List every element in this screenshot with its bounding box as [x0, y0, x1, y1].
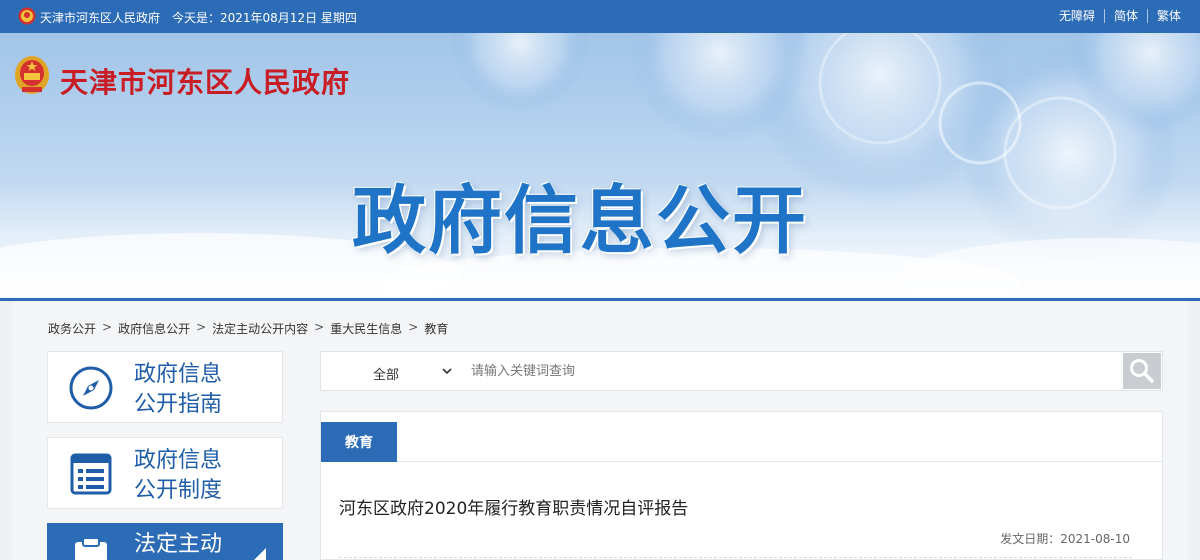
article-list-panel: 教育 河东区政府2020年履行教育职责情况自评报告 发文日期：2021-08-1… [320, 411, 1163, 560]
national-emblem-icon [15, 56, 49, 94]
document-list-icon [70, 453, 112, 495]
breadcrumb-link[interactable]: 政务公开 [48, 320, 96, 337]
breadcrumb: 政务公开 > 政府信息公开 > 法定主动公开内容 > 重大民生信息 > 教育 [48, 320, 448, 337]
breadcrumb-separator: > [408, 320, 419, 334]
accessibility-link[interactable]: 无障碍 [1050, 7, 1104, 24]
sidebar-item-label: 公开指南 [134, 392, 223, 417]
page-title: 政府信息公开 [352, 178, 808, 264]
government-name: 天津市河东区人民政府 [60, 66, 351, 99]
divider [339, 557, 1132, 558]
chevron-down-icon[interactable] [441, 364, 453, 378]
sidebar-item-system[interactable]: 政府信息 公开制度 [47, 437, 283, 509]
sidebar-item-label: 公开制度 [134, 478, 223, 503]
search-icon [1130, 359, 1154, 383]
search-button[interactable] [1123, 353, 1161, 389]
breadcrumb-link[interactable]: 法定主动公开内容 [212, 320, 308, 337]
sidebar-item-label: 政府信息 [134, 362, 223, 387]
breadcrumb-separator: > [196, 320, 207, 334]
article-link[interactable]: 河东区政府2020年履行教育职责情况自评报告 [339, 494, 688, 519]
breadcrumb-separator: > [314, 320, 325, 334]
sidebar-item-label: 政府信息 [134, 448, 223, 473]
divider [321, 461, 1162, 462]
compass-icon [69, 366, 113, 410]
top-links: 无障碍 简体 繁体 [1050, 7, 1190, 24]
search-bar: 全部 [320, 351, 1163, 391]
traditional-chinese-link[interactable]: 繁体 [1148, 7, 1190, 24]
tab-education[interactable]: 教育 [321, 422, 397, 462]
sidebar-item-label: 法定主动 [134, 532, 223, 557]
breadcrumb-current: 教育 [424, 322, 449, 336]
search-input[interactable] [471, 352, 1121, 390]
corner-arrow-icon [254, 548, 266, 560]
publish-date: 发文日期：2021-08-10 [1000, 532, 1130, 546]
breadcrumb-link[interactable]: 重大民生信息 [330, 320, 402, 337]
top-site-name: 天津市河东区人民政府 [40, 11, 161, 25]
search-scope-select[interactable]: 全部 [373, 364, 399, 383]
clipboard-icon [75, 537, 107, 560]
sidebar-item-guide[interactable]: 政府信息 公开指南 [47, 351, 283, 423]
national-emblem-icon [18, 7, 36, 25]
header-banner: 天津市河东区人民政府 政府信息公开 [0, 33, 1200, 298]
simplified-chinese-link[interactable]: 简体 [1105, 7, 1147, 24]
breadcrumb-link[interactable]: 政府信息公开 [118, 320, 190, 337]
top-bar: 天津市河东区人民政府 今天是：2021年08月12日 星期四 无障碍 简体 繁体 [0, 0, 1200, 33]
breadcrumb-separator: > [102, 320, 113, 334]
today-date: 今天是：2021年08月12日 星期四 [172, 11, 357, 25]
sidebar-item-statutory[interactable]: 法定主动 [47, 523, 283, 560]
